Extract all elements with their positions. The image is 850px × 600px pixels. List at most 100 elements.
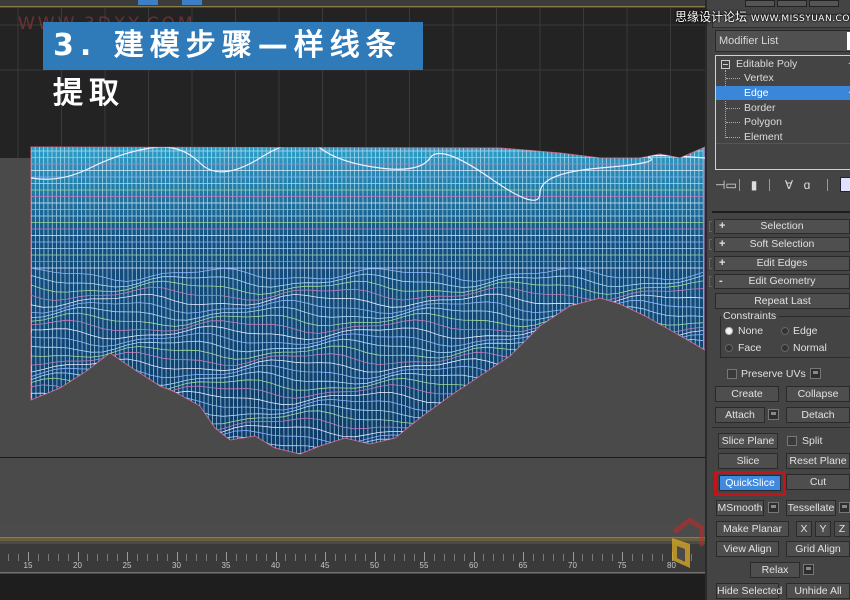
perspective-viewport[interactable]: WWW.3DXY.COM 3. 建模步骤—样线条提取 (0, 8, 705, 524)
frame-tick (612, 554, 614, 561)
frame-tick (354, 554, 356, 561)
preserve-uvs-settings-button[interactable] (810, 368, 821, 379)
frame-label: 75 (617, 561, 627, 570)
toolbar-active-button[interactable] (182, 0, 202, 5)
stack-item-border[interactable]: Border (716, 101, 850, 115)
constraint-face-label: Face (738, 342, 762, 354)
frame-label: 45 (320, 561, 330, 570)
toolbar-separator (827, 179, 828, 191)
viewport-horizon-line (0, 457, 705, 458)
frame-tick (67, 554, 69, 561)
frame-tick (156, 554, 158, 561)
frame-tick (582, 554, 584, 561)
quickslice-highlight-frame (714, 471, 786, 496)
stack-divider (716, 143, 850, 144)
frame-tick (28, 552, 29, 561)
stack-item-editable-poly[interactable]: Editable Poly ◁ (716, 57, 850, 71)
tessellate-settings-button[interactable] (839, 502, 850, 513)
frame-tick (552, 554, 554, 561)
planar-z-button[interactable]: Z (834, 521, 850, 537)
frame-label: 40 (271, 561, 280, 570)
frame-tick (523, 552, 524, 561)
view-align-button[interactable]: View Align (716, 541, 779, 557)
stack-item-edge[interactable]: Edge ◁ (716, 86, 850, 100)
rollout-selection[interactable]: + Selection (714, 219, 850, 234)
create-button[interactable]: Create (715, 386, 779, 402)
expand-icon: + (719, 220, 726, 232)
reset-plane-button[interactable]: Reset Plane (786, 453, 850, 469)
configure-modifier-sets-icon[interactable] (840, 177, 850, 192)
constraint-face-radio[interactable] (725, 344, 733, 352)
make-unique-icon[interactable]: ∀ (781, 176, 797, 194)
grid-align-button[interactable]: Grid Align (786, 541, 850, 557)
preserve-uvs-checkbox[interactable] (727, 369, 737, 379)
frame-label: 15 (23, 561, 33, 570)
timeline[interactable]: 15 20 25 30 35 40 45 50 55 60 65 70 75 80 (0, 524, 705, 600)
frame-tick (18, 554, 20, 561)
attach-settings-button[interactable] (768, 409, 779, 420)
planar-x-button[interactable]: X (796, 521, 812, 537)
stack-item-vertex[interactable]: Vertex (716, 71, 850, 85)
make-planar-button[interactable]: Make Planar (716, 521, 789, 537)
stack-item-label: Border (744, 102, 776, 114)
frame-tick (146, 554, 148, 561)
frame-label: 35 (221, 561, 231, 570)
constraint-edge-radio[interactable] (781, 327, 789, 335)
frame-ruler[interactable]: 15 20 25 30 35 40 45 50 55 60 65 70 75 80 (0, 544, 705, 573)
unhide-all-button[interactable]: Unhide All (786, 583, 850, 599)
rollout-edit-edges[interactable]: + Edit Edges (714, 256, 850, 271)
attach-button[interactable]: Attach (715, 407, 765, 423)
remove-modifier-icon[interactable]: ɑ (801, 176, 813, 194)
frame-tick (136, 554, 138, 561)
planar-y-button[interactable]: Y (815, 521, 831, 537)
cut-button[interactable]: Cut (786, 474, 850, 490)
pin-stack-icon[interactable]: ⊣▭ (715, 176, 737, 194)
constraint-none-radio[interactable] (725, 327, 733, 335)
frame-tick (344, 554, 346, 561)
stack-item-element[interactable]: Element (716, 130, 850, 144)
split-checkbox[interactable] (787, 436, 797, 446)
relax-button[interactable]: Relax (750, 562, 800, 578)
stack-item-label: Editable Poly (736, 58, 798, 70)
frame-tick (235, 554, 237, 561)
rollout-edit-geometry[interactable]: - Edit Geometry (714, 274, 850, 289)
frame-label: 30 (172, 561, 181, 570)
panel-tab[interactable] (745, 0, 775, 7)
constraint-normal-radio[interactable] (781, 344, 789, 352)
relax-settings-button[interactable] (803, 564, 814, 575)
constraint-none-label: None (738, 325, 764, 337)
collapse-button[interactable]: Collapse (786, 386, 850, 402)
panel-divider (712, 211, 850, 213)
frame-label: 65 (518, 561, 528, 570)
frame-label: 50 (370, 561, 379, 570)
frame-label: 60 (469, 561, 478, 570)
tessellate-button[interactable]: Tessellate (786, 500, 836, 516)
stack-item-polygon[interactable]: Polygon (716, 115, 850, 129)
panel-tab[interactable] (809, 0, 839, 7)
repeat-last-button[interactable]: Repeat Last (715, 293, 850, 309)
time-slider-track[interactable] (0, 537, 705, 541)
msmooth-settings-button[interactable] (768, 502, 779, 513)
site-watermark: 思缘设计论坛 WWW.MISSYUAN.COM (675, 8, 850, 25)
modifier-list-dropdown[interactable]: Modifier List (715, 30, 850, 52)
rollout-label: Edit Edges (756, 257, 808, 269)
frame-tick (592, 554, 594, 561)
rollout-soft-selection[interactable]: + Soft Selection (714, 237, 850, 252)
collapse-toggle-icon[interactable] (721, 60, 730, 69)
panel-tab[interactable] (777, 0, 807, 7)
toolbar-active-button[interactable] (138, 0, 158, 5)
frame-tick (532, 554, 534, 561)
frame-tick (47, 554, 49, 561)
detach-button[interactable]: Detach (786, 407, 850, 423)
frame-tick (275, 552, 277, 561)
section-divider (712, 427, 850, 428)
slice-plane-button[interactable]: Slice Plane (718, 433, 778, 449)
modifier-stack[interactable]: Editable Poly ◁ Vertex Edge ◁ Border Pol… (715, 55, 850, 170)
frame-tick (414, 554, 416, 561)
frame-tick (463, 554, 465, 561)
msmooth-button[interactable]: MSmooth (716, 500, 764, 516)
slice-button[interactable]: Slice (718, 453, 778, 469)
show-end-result-icon[interactable]: ▮ (748, 176, 760, 194)
site-watermark-cn: 思缘设计论坛 (675, 10, 748, 24)
hide-selected-button[interactable]: Hide Selected (716, 583, 782, 599)
